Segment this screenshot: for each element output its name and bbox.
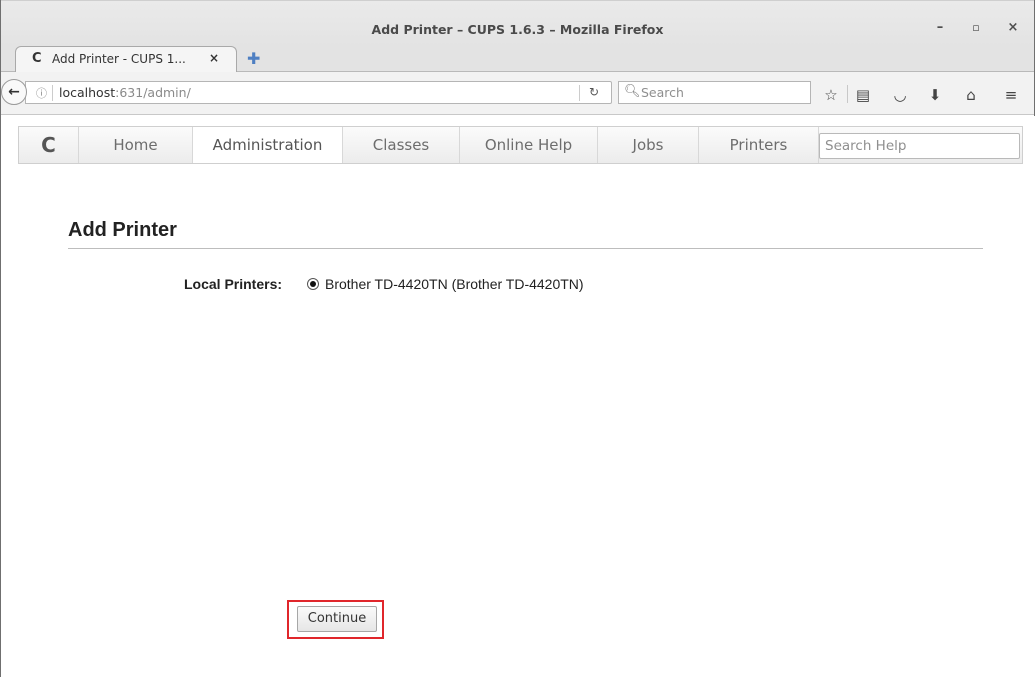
menu-icon[interactable]: ≡ bbox=[1001, 86, 1021, 104]
new-tab-icon[interactable]: ✚ bbox=[247, 49, 260, 68]
tab-title: Add Printer - CUPS 1... bbox=[52, 52, 186, 66]
printer-radio-button[interactable] bbox=[307, 278, 319, 290]
site-info-icon[interactable]: ⓘ bbox=[36, 85, 47, 101]
tab-close-icon[interactable]: × bbox=[209, 51, 219, 65]
maximize-button[interactable]: ▫ bbox=[967, 19, 985, 37]
window-title: Add Printer – CUPS 1.6.3 – Mozilla Firef… bbox=[371, 22, 664, 37]
browser-search-input[interactable] bbox=[641, 84, 801, 101]
title-bar: Add Printer – CUPS 1.6.3 – Mozilla Firef… bbox=[1, 0, 1034, 46]
help-search-input[interactable] bbox=[820, 134, 1019, 158]
nav-jobs[interactable]: Jobs bbox=[598, 127, 699, 163]
url-divider bbox=[52, 85, 53, 101]
url-bar[interactable]: ⓘ localhost:631/admin/ ↻ bbox=[25, 81, 612, 104]
nav-home[interactable]: Home bbox=[79, 127, 193, 163]
close-window-button[interactable]: × bbox=[1004, 19, 1022, 37]
reload-icon[interactable]: ↻ bbox=[589, 85, 599, 99]
back-button[interactable]: ← bbox=[1, 79, 27, 105]
reading-list-icon[interactable]: ▤ bbox=[853, 86, 873, 104]
minimize-button[interactable]: – bbox=[931, 19, 949, 37]
reload-divider bbox=[579, 85, 580, 101]
cups-favicon-icon: C bbox=[32, 51, 42, 66]
search-icon: 🔍︎ bbox=[624, 84, 641, 99]
bookmark-star-icon[interactable]: ☆ bbox=[821, 86, 841, 104]
nav-administration[interactable]: Administration bbox=[193, 127, 343, 163]
download-icon[interactable]: ⬇ bbox=[925, 86, 945, 104]
page-title: Add Printer bbox=[68, 219, 177, 241]
local-printers-label: Local Printers: bbox=[184, 276, 283, 292]
help-search-field[interactable] bbox=[819, 133, 1020, 159]
navigation-toolbar: ⓘ localhost:631/admin/ ↻ ← 🔍︎ ☆ ▤ ◡ ⬇ ⌂ … bbox=[1, 72, 1034, 115]
browser-search-field[interactable]: 🔍︎ bbox=[618, 81, 811, 104]
page-content: C Home Administration Classes Online Hel… bbox=[2, 116, 1035, 677]
back-arrow-icon: ← bbox=[8, 84, 20, 100]
cups-logo-icon[interactable]: C bbox=[19, 127, 79, 163]
printer-option-label[interactable]: Brother TD-4420TN (Brother TD-4420TN) bbox=[325, 276, 584, 292]
toolbar-divider bbox=[847, 85, 848, 103]
pocket-icon[interactable]: ◡ bbox=[890, 86, 910, 104]
title-divider bbox=[68, 248, 983, 249]
continue-button[interactable]: Continue bbox=[297, 606, 377, 632]
tab-strip: C Add Printer - CUPS 1... × ✚ bbox=[1, 46, 1034, 73]
cups-navigation: C Home Administration Classes Online Hel… bbox=[18, 126, 1023, 164]
nav-online-help[interactable]: Online Help bbox=[460, 127, 598, 163]
browser-window: Add Printer – CUPS 1.6.3 – Mozilla Firef… bbox=[0, 0, 1035, 677]
url-host: localhost bbox=[59, 85, 116, 100]
home-icon[interactable]: ⌂ bbox=[961, 86, 981, 104]
nav-printers[interactable]: Printers bbox=[699, 127, 819, 163]
url-text[interactable]: localhost:631/admin/ bbox=[59, 85, 191, 100]
nav-classes[interactable]: Classes bbox=[343, 127, 460, 163]
url-path: :631/admin/ bbox=[115, 85, 191, 100]
tab-add-printer[interactable]: C Add Printer - CUPS 1... × bbox=[15, 46, 237, 73]
